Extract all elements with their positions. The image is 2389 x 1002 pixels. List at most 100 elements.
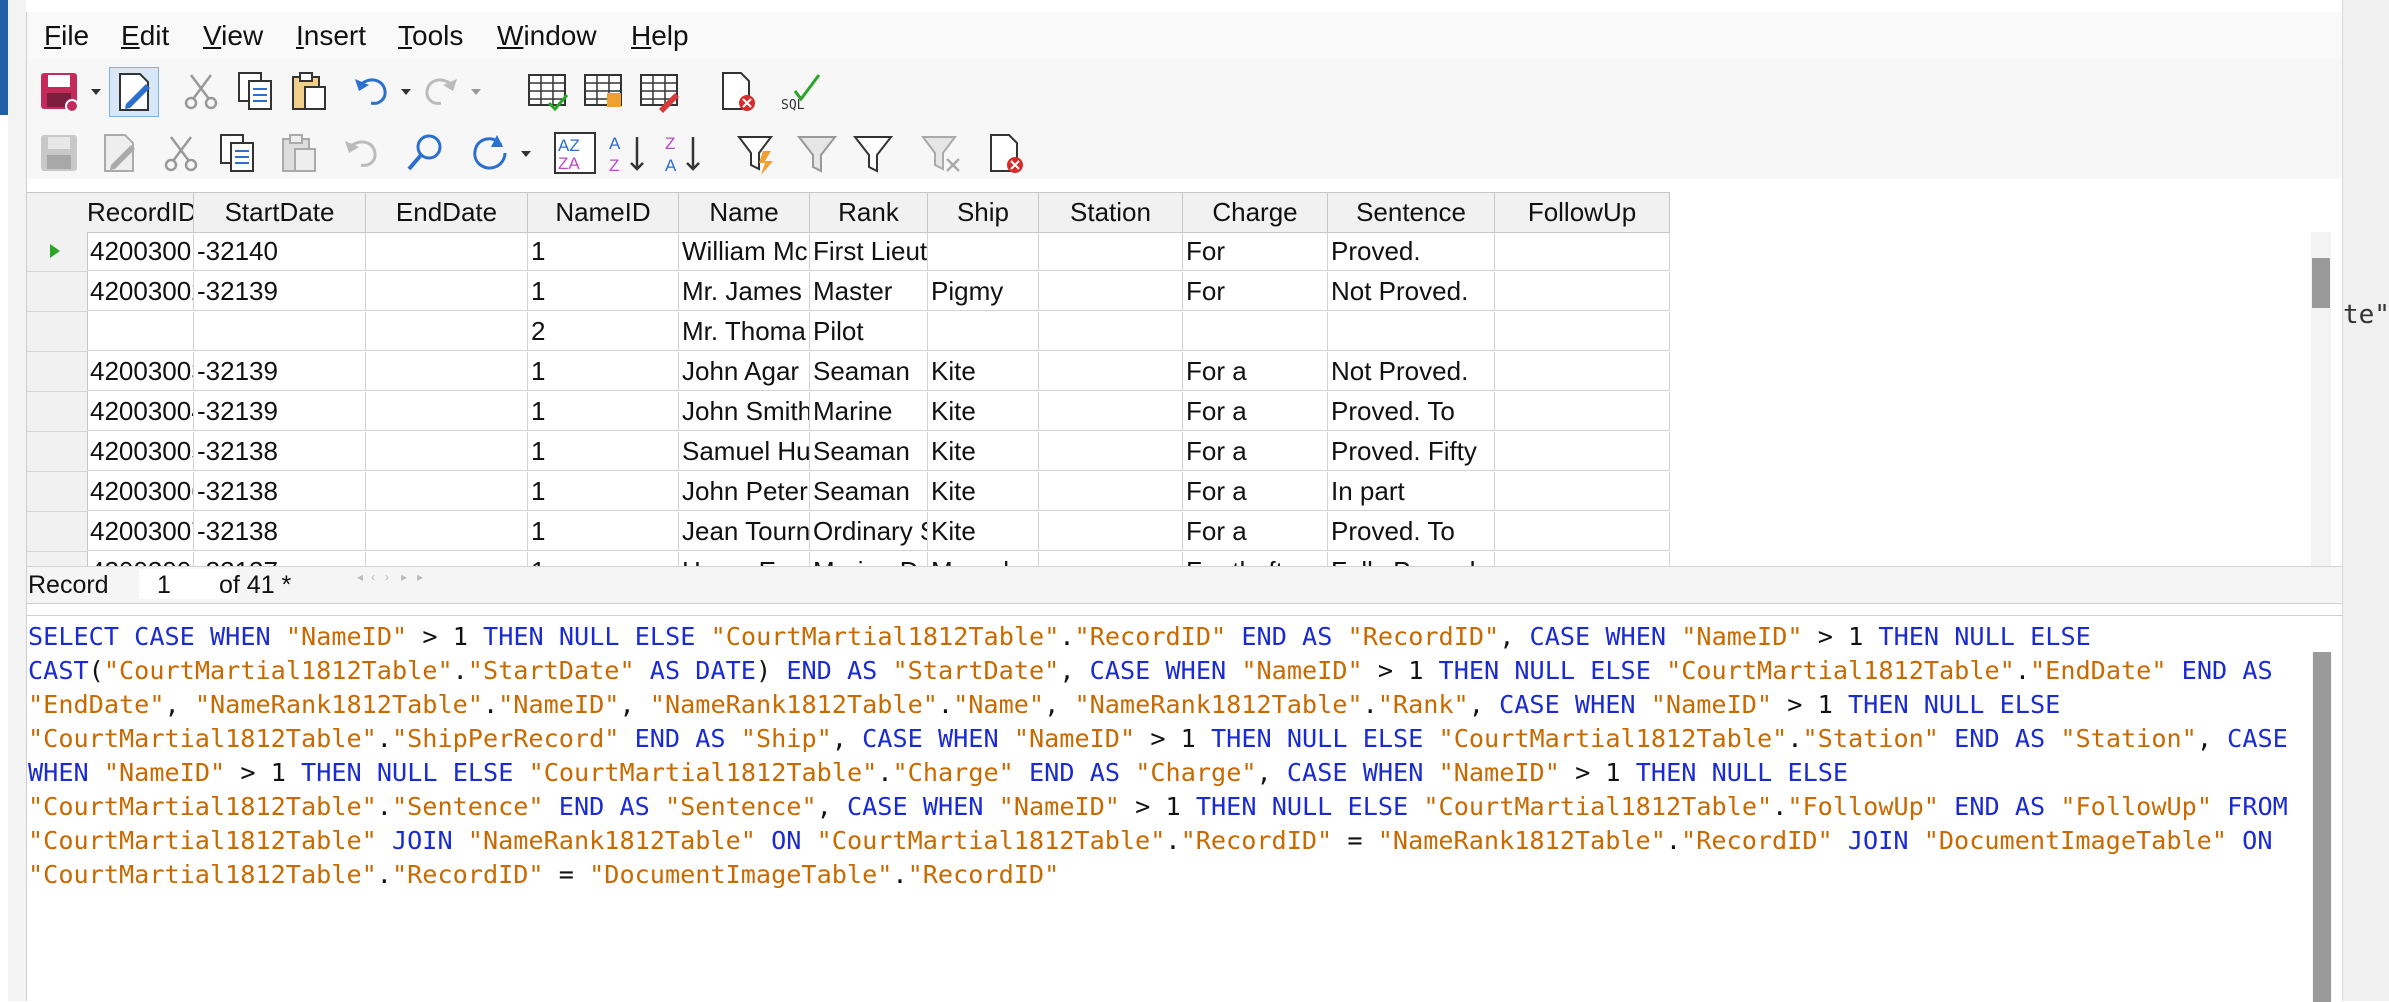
cell-rank[interactable]: First Lieut bbox=[810, 232, 928, 271]
cell-enddate[interactable] bbox=[366, 272, 528, 311]
undo-dropdown-icon[interactable] bbox=[399, 84, 413, 98]
next-record-icon[interactable]: › bbox=[385, 571, 395, 583]
cell-ship[interactable]: Pigmy bbox=[928, 272, 1039, 311]
new-record-icon[interactable]: ▸ bbox=[417, 571, 427, 583]
grid-scroll-thumb[interactable] bbox=[2312, 258, 2330, 308]
find-icon[interactable] bbox=[403, 131, 447, 175]
menu-view[interactable]: View bbox=[203, 20, 263, 52]
column-header-nameid[interactable]: NameID bbox=[528, 192, 679, 233]
cell-startdate[interactable]: -32139 bbox=[194, 272, 366, 311]
table-row[interactable]: 42003005-32138 1Samuel HuSeamanKite For aP… bbox=[27, 432, 1737, 472]
column-header-recordid[interactable]: RecordID bbox=[87, 192, 194, 233]
cell-rank[interactable]: Ordinary S bbox=[810, 512, 928, 551]
cell-followup[interactable] bbox=[1495, 352, 1670, 391]
table-row[interactable]: 42003004-32139 1John SmithMarineKite For a… bbox=[27, 392, 1737, 432]
cell-nameid[interactable]: 1 bbox=[528, 472, 679, 511]
table-icon[interactable] bbox=[525, 69, 569, 113]
cell-enddate[interactable] bbox=[366, 512, 528, 551]
cell-recordid[interactable]: 42003001 bbox=[87, 232, 194, 271]
row-header[interactable] bbox=[27, 432, 88, 472]
cell-station[interactable] bbox=[1039, 512, 1183, 551]
cell-charge[interactable] bbox=[1183, 312, 1328, 351]
column-header-startdate[interactable]: StartDate bbox=[194, 192, 366, 233]
cell-name[interactable]: Jean Tourn bbox=[679, 512, 810, 551]
save-record-icon[interactable] bbox=[37, 131, 81, 175]
cell-nameid[interactable]: 1 bbox=[528, 552, 679, 566]
menu-window[interactable]: Window bbox=[497, 20, 597, 52]
cell-charge[interactable]: For bbox=[1183, 232, 1328, 271]
cell-startdate[interactable]: -32138 bbox=[194, 472, 366, 511]
cell-sentence[interactable] bbox=[1328, 312, 1495, 351]
cell-charge[interactable]: For a bbox=[1183, 392, 1328, 431]
sql-query-text[interactable]: SELECT CASE WHEN "NameID" > 1 THEN NULL … bbox=[28, 620, 2298, 892]
cell-ship[interactable] bbox=[928, 312, 1039, 351]
cell-startdate[interactable] bbox=[194, 312, 366, 351]
save-dropdown-icon[interactable] bbox=[89, 84, 103, 98]
cell-enddate[interactable] bbox=[366, 352, 528, 391]
cell-followup[interactable] bbox=[1495, 272, 1670, 311]
menu-tools[interactable]: Tools bbox=[398, 20, 463, 52]
cell-sentence[interactable]: Not Proved. bbox=[1328, 352, 1495, 391]
cell-followup[interactable] bbox=[1495, 312, 1670, 351]
cell-recordid[interactable]: 42003006 bbox=[87, 472, 194, 511]
cell-charge[interactable]: For bbox=[1183, 272, 1328, 311]
cell-enddate[interactable] bbox=[366, 392, 528, 431]
cut-icon[interactable] bbox=[179, 69, 223, 113]
cell-charge[interactable]: For a bbox=[1183, 432, 1328, 471]
cell-recordid[interactable]: 42003004 bbox=[87, 392, 194, 431]
cell-name[interactable]: Samuel Hu bbox=[679, 432, 810, 471]
cell-nameid[interactable]: 1 bbox=[528, 232, 679, 271]
cell-recordid[interactable]: 42003002 bbox=[87, 272, 194, 311]
cell-station[interactable] bbox=[1039, 352, 1183, 391]
cell-station[interactable] bbox=[1039, 312, 1183, 351]
cell-name[interactable]: William Mc bbox=[679, 232, 810, 271]
close-doc-icon[interactable] bbox=[715, 69, 759, 113]
cell-charge[interactable]: For theft bbox=[1183, 552, 1328, 566]
cut-record-icon[interactable] bbox=[159, 131, 203, 175]
cell-name[interactable]: John Smith bbox=[679, 392, 810, 431]
sort-descending-icon[interactable]: ZA bbox=[663, 131, 707, 175]
table-edit-icon[interactable] bbox=[637, 69, 681, 113]
cell-station[interactable] bbox=[1039, 432, 1183, 471]
cell-recordid[interactable]: 42003007 bbox=[87, 512, 194, 551]
cell-recordid[interactable]: 42003008 bbox=[87, 552, 194, 566]
cell-sentence[interactable]: Proved. bbox=[1328, 232, 1495, 271]
cell-charge[interactable]: For a bbox=[1183, 352, 1328, 391]
remove-filter-icon[interactable] bbox=[919, 131, 963, 175]
grid-vertical-scrollbar[interactable] bbox=[2311, 232, 2331, 566]
table-row[interactable]: 42003003-32139 1John AgarSeamanKite For aN… bbox=[27, 352, 1737, 392]
cell-sentence[interactable]: Proved. To bbox=[1328, 512, 1495, 551]
cell-station[interactable] bbox=[1039, 552, 1183, 566]
cell-sentence[interactable]: Proved. Fifty bbox=[1328, 432, 1495, 471]
table-row[interactable]: 2 Mr. Thoma Pilot bbox=[27, 312, 1737, 352]
cell-rank[interactable]: Seaman bbox=[810, 352, 928, 391]
sql-editor[interactable]: SELECT CASE WHEN "NameID" > 1 THEN NULL … bbox=[27, 615, 2342, 1002]
cell-nameid[interactable]: 1 bbox=[528, 432, 679, 471]
cell-charge[interactable]: For a bbox=[1183, 512, 1328, 551]
cell-nameid[interactable]: 1 bbox=[528, 512, 679, 551]
cell-rank[interactable]: Seaman bbox=[810, 472, 928, 511]
cell-sentence[interactable]: Fully Proved bbox=[1328, 552, 1495, 566]
cell-name[interactable]: Henry Evar bbox=[679, 552, 810, 566]
autofilter-icon[interactable] bbox=[735, 131, 779, 175]
cell-followup[interactable] bbox=[1495, 232, 1670, 271]
close-table-icon[interactable] bbox=[983, 131, 1027, 175]
cell-ship[interactable]: Kite bbox=[928, 512, 1039, 551]
redo-icon[interactable] bbox=[419, 69, 463, 113]
sort-icon[interactable]: AZ ZA bbox=[553, 131, 597, 175]
copy-record-icon[interactable] bbox=[215, 131, 259, 175]
last-record-icon[interactable]: ▸ bbox=[401, 571, 411, 583]
row-header[interactable] bbox=[27, 232, 88, 272]
menu-file[interactable]: File bbox=[44, 20, 89, 52]
sort-ascending-icon[interactable]: AZ bbox=[607, 131, 651, 175]
cell-sentence[interactable]: Not Proved. bbox=[1328, 272, 1495, 311]
menu-edit[interactable]: Edit bbox=[121, 20, 169, 52]
cell-name[interactable]: John Agar bbox=[679, 352, 810, 391]
undo-icon[interactable] bbox=[349, 69, 393, 113]
cell-enddate[interactable] bbox=[366, 552, 528, 566]
cell-startdate[interactable]: -32139 bbox=[194, 392, 366, 431]
refresh-icon[interactable] bbox=[467, 131, 511, 175]
cell-rank[interactable]: Marine bbox=[810, 392, 928, 431]
column-header-station[interactable]: Station bbox=[1039, 192, 1183, 233]
sql-icon[interactable]: SQL bbox=[779, 69, 823, 113]
